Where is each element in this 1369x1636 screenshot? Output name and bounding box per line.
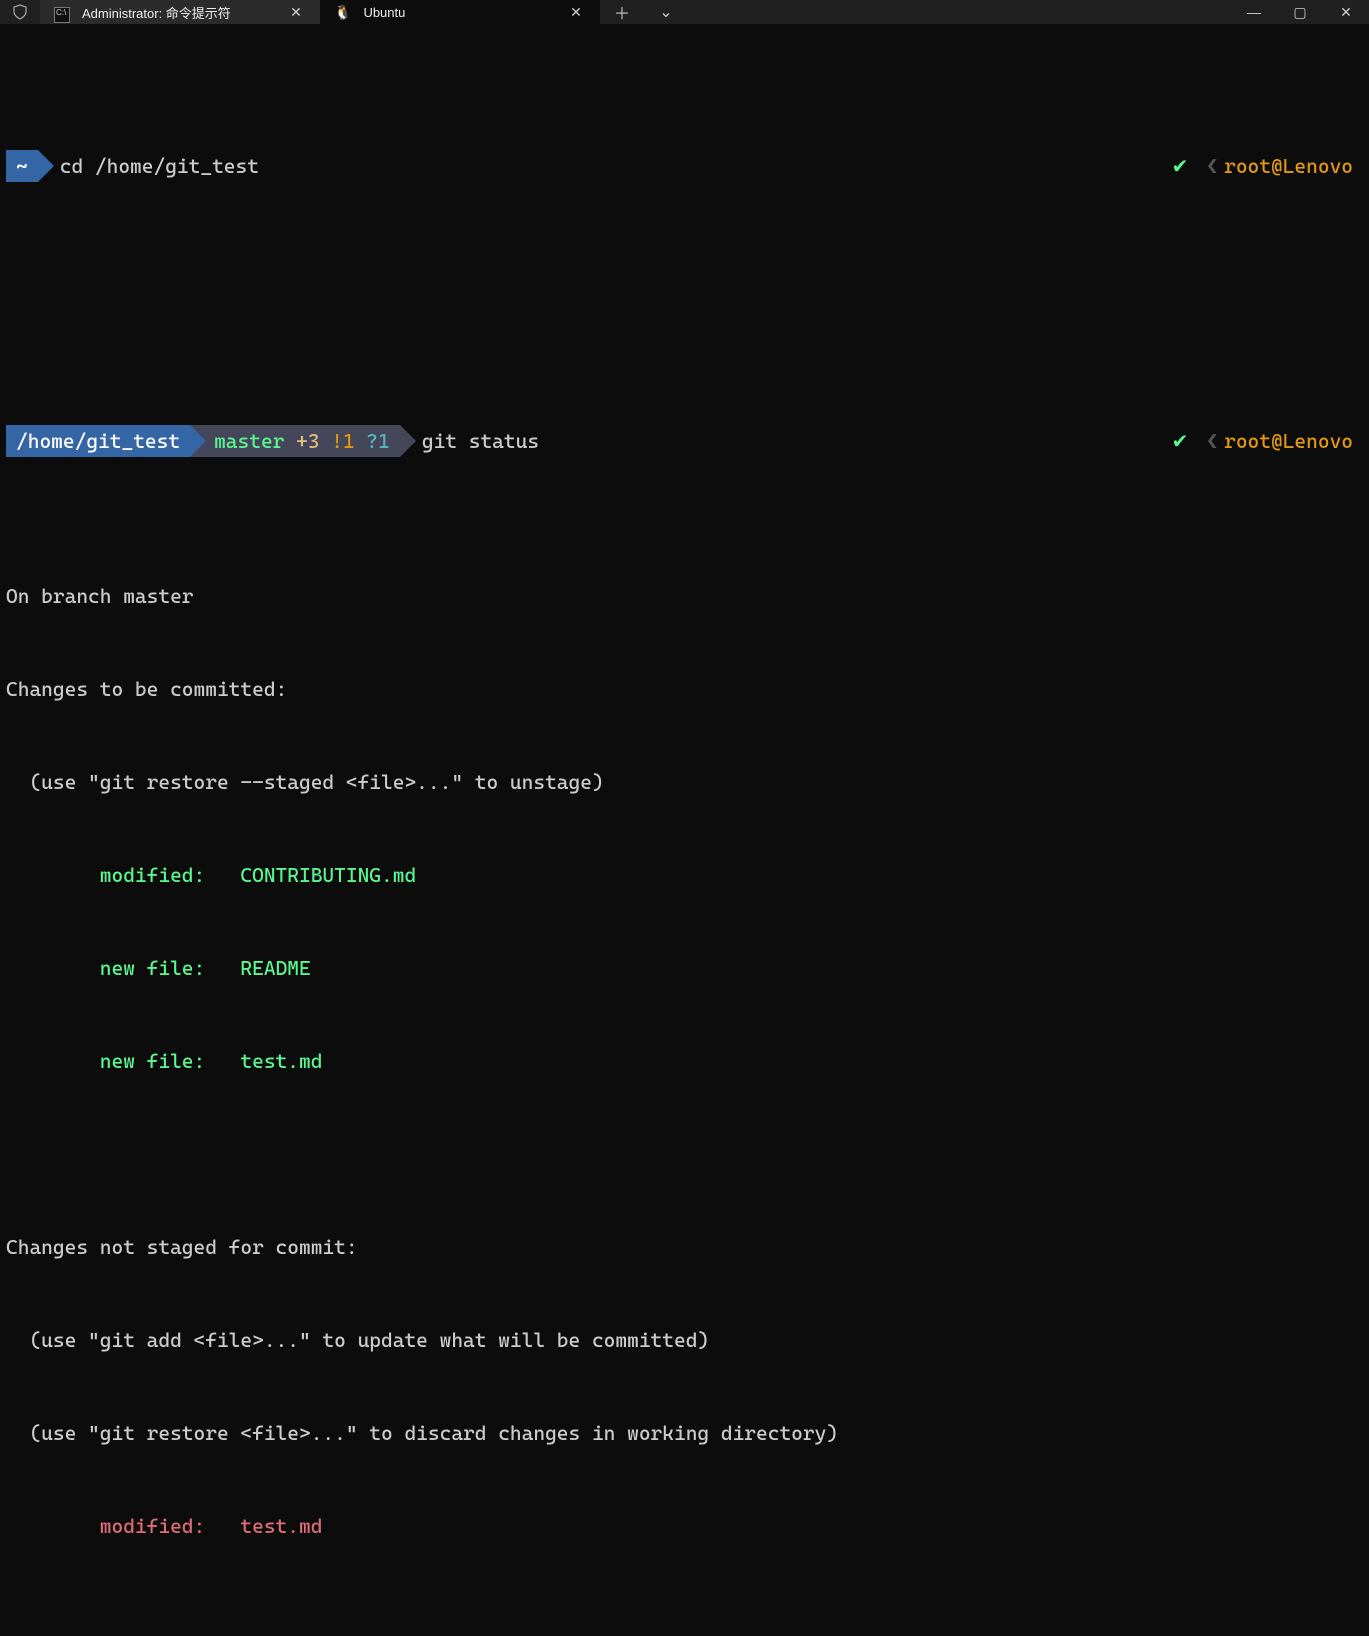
user-host: root@Lenovo bbox=[1224, 151, 1353, 182]
user-host: root@Lenovo bbox=[1224, 426, 1353, 457]
maximize-button[interactable]: ▢ bbox=[1277, 0, 1323, 24]
check-icon: ✔ bbox=[1172, 426, 1189, 457]
tab-title: Ubuntu bbox=[363, 5, 554, 20]
prompt-line-1: ~ cd /home/git_test ✔ ❮ root@Lenovo bbox=[6, 150, 1363, 182]
tab-dropdown-button[interactable]: ⌄ bbox=[644, 0, 688, 24]
minimize-button[interactable]: ― bbox=[1231, 0, 1277, 24]
check-icon: ✔ bbox=[1172, 151, 1189, 182]
output-line: (use "git restore --staged <file>..." to… bbox=[6, 767, 1363, 798]
output-line: Changes to be committed: bbox=[6, 674, 1363, 705]
segment-home: ~ bbox=[6, 150, 38, 182]
staged-file: new file: test.md bbox=[6, 1046, 1363, 1077]
git-untracked-count: ?1 bbox=[366, 426, 389, 457]
tab-cmd[interactable]: C:\ Administrator: 命令提示符 ✕ bbox=[40, 0, 320, 24]
new-tab-button[interactable]: ＋ bbox=[600, 0, 644, 24]
close-icon[interactable]: ✕ bbox=[566, 2, 586, 22]
git-modified-count: !1 bbox=[331, 426, 354, 457]
command-text: git status bbox=[422, 426, 539, 457]
unstaged-file: modified: test.md bbox=[6, 1511, 1363, 1542]
segment-path: /home/git_test bbox=[6, 425, 190, 457]
command-text: cd /home/git_test bbox=[60, 151, 259, 182]
cmd-icon: C:\ bbox=[54, 2, 70, 23]
staged-file: modified: CONTRIBUTING.md bbox=[6, 860, 1363, 891]
cwd-path: /home/git_test bbox=[16, 426, 180, 457]
output-line: (use "git restore <file>..." to discard … bbox=[6, 1418, 1363, 1449]
chevron-left-icon: ❮ bbox=[1192, 426, 1218, 457]
staged-file: new file: README bbox=[6, 953, 1363, 984]
chevron-left-icon: ❮ bbox=[1192, 151, 1218, 182]
git-branch: master bbox=[214, 426, 284, 457]
tux-icon: 🐧 bbox=[334, 4, 351, 21]
close-icon[interactable]: ✕ bbox=[286, 2, 306, 22]
tab-ubuntu[interactable]: 🐧 Ubuntu ✕ bbox=[320, 0, 600, 24]
terminal-viewport[interactable]: ~ cd /home/git_test ✔ ❮ root@Lenovo /hom… bbox=[0, 24, 1369, 1636]
output-line: On branch master bbox=[6, 581, 1363, 612]
git-added-count: +3 bbox=[296, 426, 319, 457]
window-titlebar: C:\ Administrator: 命令提示符 ✕ 🐧 Ubuntu ✕ ＋ … bbox=[0, 0, 1369, 24]
output-line: Changes not staged for commit: bbox=[6, 1232, 1363, 1263]
prompt-line-2: /home/git_test master +3 !1 ?1 git statu… bbox=[6, 425, 1363, 457]
segment-branch: master +3 !1 ?1 bbox=[190, 425, 400, 457]
close-button[interactable]: ✕ bbox=[1323, 0, 1369, 24]
output-line: (use "git add <file>..." to update what … bbox=[6, 1325, 1363, 1356]
shield-icon bbox=[0, 0, 40, 24]
tab-title: Administrator: 命令提示符 bbox=[82, 3, 274, 22]
home-tilde: ~ bbox=[16, 151, 28, 182]
